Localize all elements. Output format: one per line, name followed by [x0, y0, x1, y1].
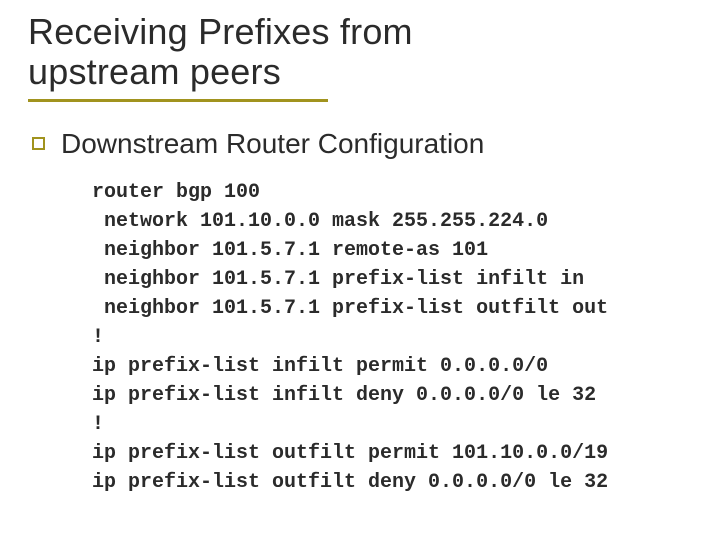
- code-line: router bgp 100: [92, 181, 260, 204]
- code-line: ip prefix-list infilt deny 0.0.0.0/0 le …: [92, 384, 596, 407]
- slide-title: Receiving Prefixes from upstream peers: [28, 12, 692, 93]
- bullet-icon: [32, 137, 45, 150]
- code-line: !: [92, 326, 104, 349]
- code-line: network 101.10.0.0 mask 255.255.224.0: [92, 210, 548, 233]
- code-line: neighbor 101.5.7.1 prefix-list outfilt o…: [92, 297, 608, 320]
- code-line: neighbor 101.5.7.1 prefix-list infilt in: [92, 268, 584, 291]
- code-block: router bgp 100 network 101.10.0.0 mask 2…: [92, 178, 692, 497]
- code-line: !: [92, 413, 104, 436]
- title-line-1: Receiving Prefixes from: [28, 11, 413, 52]
- code-line: ip prefix-list outfilt permit 101.10.0.0…: [92, 442, 608, 465]
- code-line: ip prefix-list outfilt deny 0.0.0.0/0 le…: [92, 471, 608, 494]
- code-line: ip prefix-list infilt permit 0.0.0.0/0: [92, 355, 548, 378]
- title-line-2: upstream peers: [28, 51, 281, 92]
- code-line: neighbor 101.5.7.1 remote-as 101: [92, 239, 488, 262]
- subtitle-row: Downstream Router Configuration: [32, 128, 692, 160]
- slide: Receiving Prefixes from upstream peers D…: [0, 0, 720, 540]
- title-underline: [28, 99, 328, 102]
- subtitle-text: Downstream Router Configuration: [61, 128, 484, 160]
